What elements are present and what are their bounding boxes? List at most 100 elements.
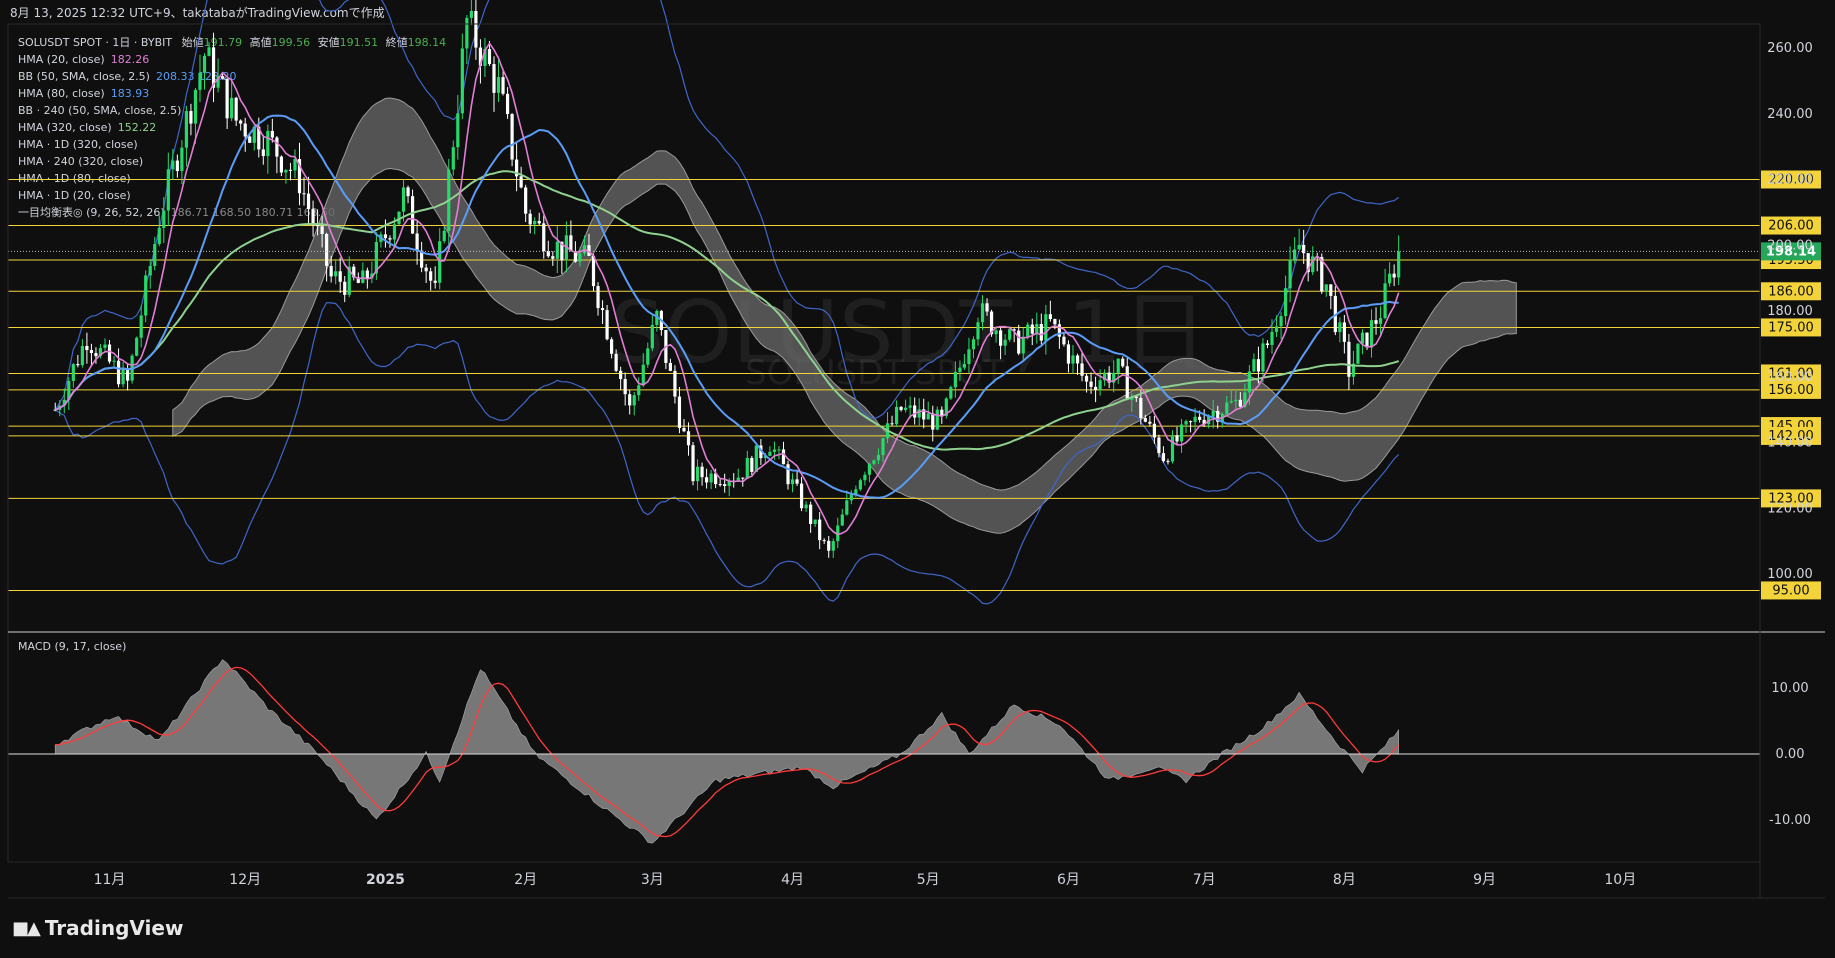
price-tick-label: 200.00	[1767, 238, 1813, 253]
candle-body	[926, 413, 930, 420]
candle-body	[1080, 363, 1084, 376]
candle-body	[872, 460, 876, 464]
candle-body	[162, 210, 166, 228]
macd-tick-label: 0.00	[1776, 747, 1805, 762]
candle-body	[519, 176, 523, 188]
candle-body	[700, 466, 704, 478]
candle-body	[261, 149, 265, 157]
candle-body	[1347, 341, 1351, 377]
candle-body	[311, 209, 315, 225]
time-tick-label: 2月	[514, 872, 537, 888]
candle-body	[1075, 355, 1080, 364]
candle-body	[1283, 288, 1288, 317]
candle-body	[695, 466, 700, 482]
tradingview-logo[interactable]: ■▲ TradingView	[12, 916, 183, 940]
candle-body	[1003, 339, 1007, 346]
candle-body	[623, 379, 627, 395]
candle-body	[1170, 435, 1175, 462]
candle-body	[935, 409, 939, 430]
candle-body	[953, 371, 957, 388]
time-tick-label: 12月	[229, 872, 261, 888]
candle-body	[401, 187, 406, 212]
candle-body	[1247, 371, 1251, 393]
candle-body	[908, 405, 912, 408]
level-price-label: 175.00	[1768, 320, 1814, 335]
candle-body	[1062, 336, 1066, 345]
time-tick-label: 7月	[1193, 872, 1216, 888]
level-price-label: 95.00	[1772, 583, 1809, 598]
candle-body	[148, 266, 152, 276]
candle-body	[818, 519, 822, 541]
candle-body	[691, 445, 695, 482]
candle-body	[1369, 320, 1374, 348]
candle-body	[302, 193, 306, 195]
candle-body	[985, 303, 989, 312]
candle-body	[121, 368, 125, 385]
candle-body	[641, 364, 645, 386]
candle-body	[1166, 461, 1170, 463]
candle-body	[415, 233, 419, 251]
ichimoku-cloud	[172, 97, 1517, 534]
candle-body	[1179, 424, 1184, 442]
candle-body	[1211, 410, 1215, 417]
candle-body	[1098, 380, 1102, 391]
candle-body	[822, 540, 826, 542]
candle-body	[1302, 244, 1306, 254]
candle-body	[1089, 381, 1093, 387]
macd-pane	[8, 659, 1760, 844]
candle-body	[284, 169, 288, 173]
candle-body	[741, 477, 745, 479]
candle-body	[465, 17, 469, 49]
price-pane	[8, 0, 1760, 605]
candle-body	[80, 345, 84, 366]
candle-body	[528, 213, 532, 225]
macd-tick-label: 10.00	[1771, 681, 1808, 696]
candle-body	[438, 241, 442, 283]
candle-body	[1274, 326, 1279, 332]
candle-body	[795, 479, 799, 484]
candle-body	[144, 275, 148, 316]
candle-body	[831, 541, 835, 551]
candle-body	[1198, 416, 1202, 420]
candle-body	[338, 271, 342, 282]
candle-body	[1356, 343, 1360, 364]
candle-body	[890, 423, 894, 425]
price-tick-label: 260.00	[1767, 41, 1813, 56]
price-chart[interactable]: 220.00206.00195.50186.00175.00161.00156.…	[0, 0, 1835, 958]
candle-body	[958, 367, 962, 372]
candle-body	[1279, 316, 1283, 327]
candle-body	[107, 344, 112, 362]
candle-body	[1360, 332, 1365, 344]
candle-body	[184, 111, 189, 148]
candle-body	[632, 395, 636, 406]
candle-body	[320, 226, 324, 234]
candle-body	[1193, 416, 1197, 422]
level-price-label: 156.00	[1768, 383, 1814, 398]
time-tick-label: 2025	[366, 872, 405, 888]
candle-body	[718, 484, 722, 486]
candle-body	[1184, 421, 1188, 425]
hma-320-line	[54, 170, 1400, 451]
candle-body	[1152, 423, 1156, 438]
candle-body	[293, 159, 297, 171]
candle-body	[899, 406, 903, 411]
candle-body	[904, 407, 908, 411]
candle-body	[876, 455, 881, 461]
candle-body	[867, 463, 872, 475]
candle-body	[673, 370, 677, 397]
candle-body	[980, 303, 985, 323]
candle-body	[596, 286, 600, 309]
candle-body	[768, 451, 772, 456]
candle-body	[1188, 421, 1193, 423]
candle-body	[967, 349, 971, 365]
candle-body	[858, 480, 862, 490]
candle-body	[1270, 331, 1274, 346]
candle-body	[275, 137, 279, 157]
price-tick-label: 120.00	[1767, 501, 1813, 516]
candle-body	[668, 362, 673, 371]
candle-body	[849, 494, 853, 501]
candle-body	[171, 160, 175, 170]
candle-body	[279, 156, 283, 173]
candle-body	[248, 136, 252, 143]
candle-body	[1338, 322, 1342, 333]
